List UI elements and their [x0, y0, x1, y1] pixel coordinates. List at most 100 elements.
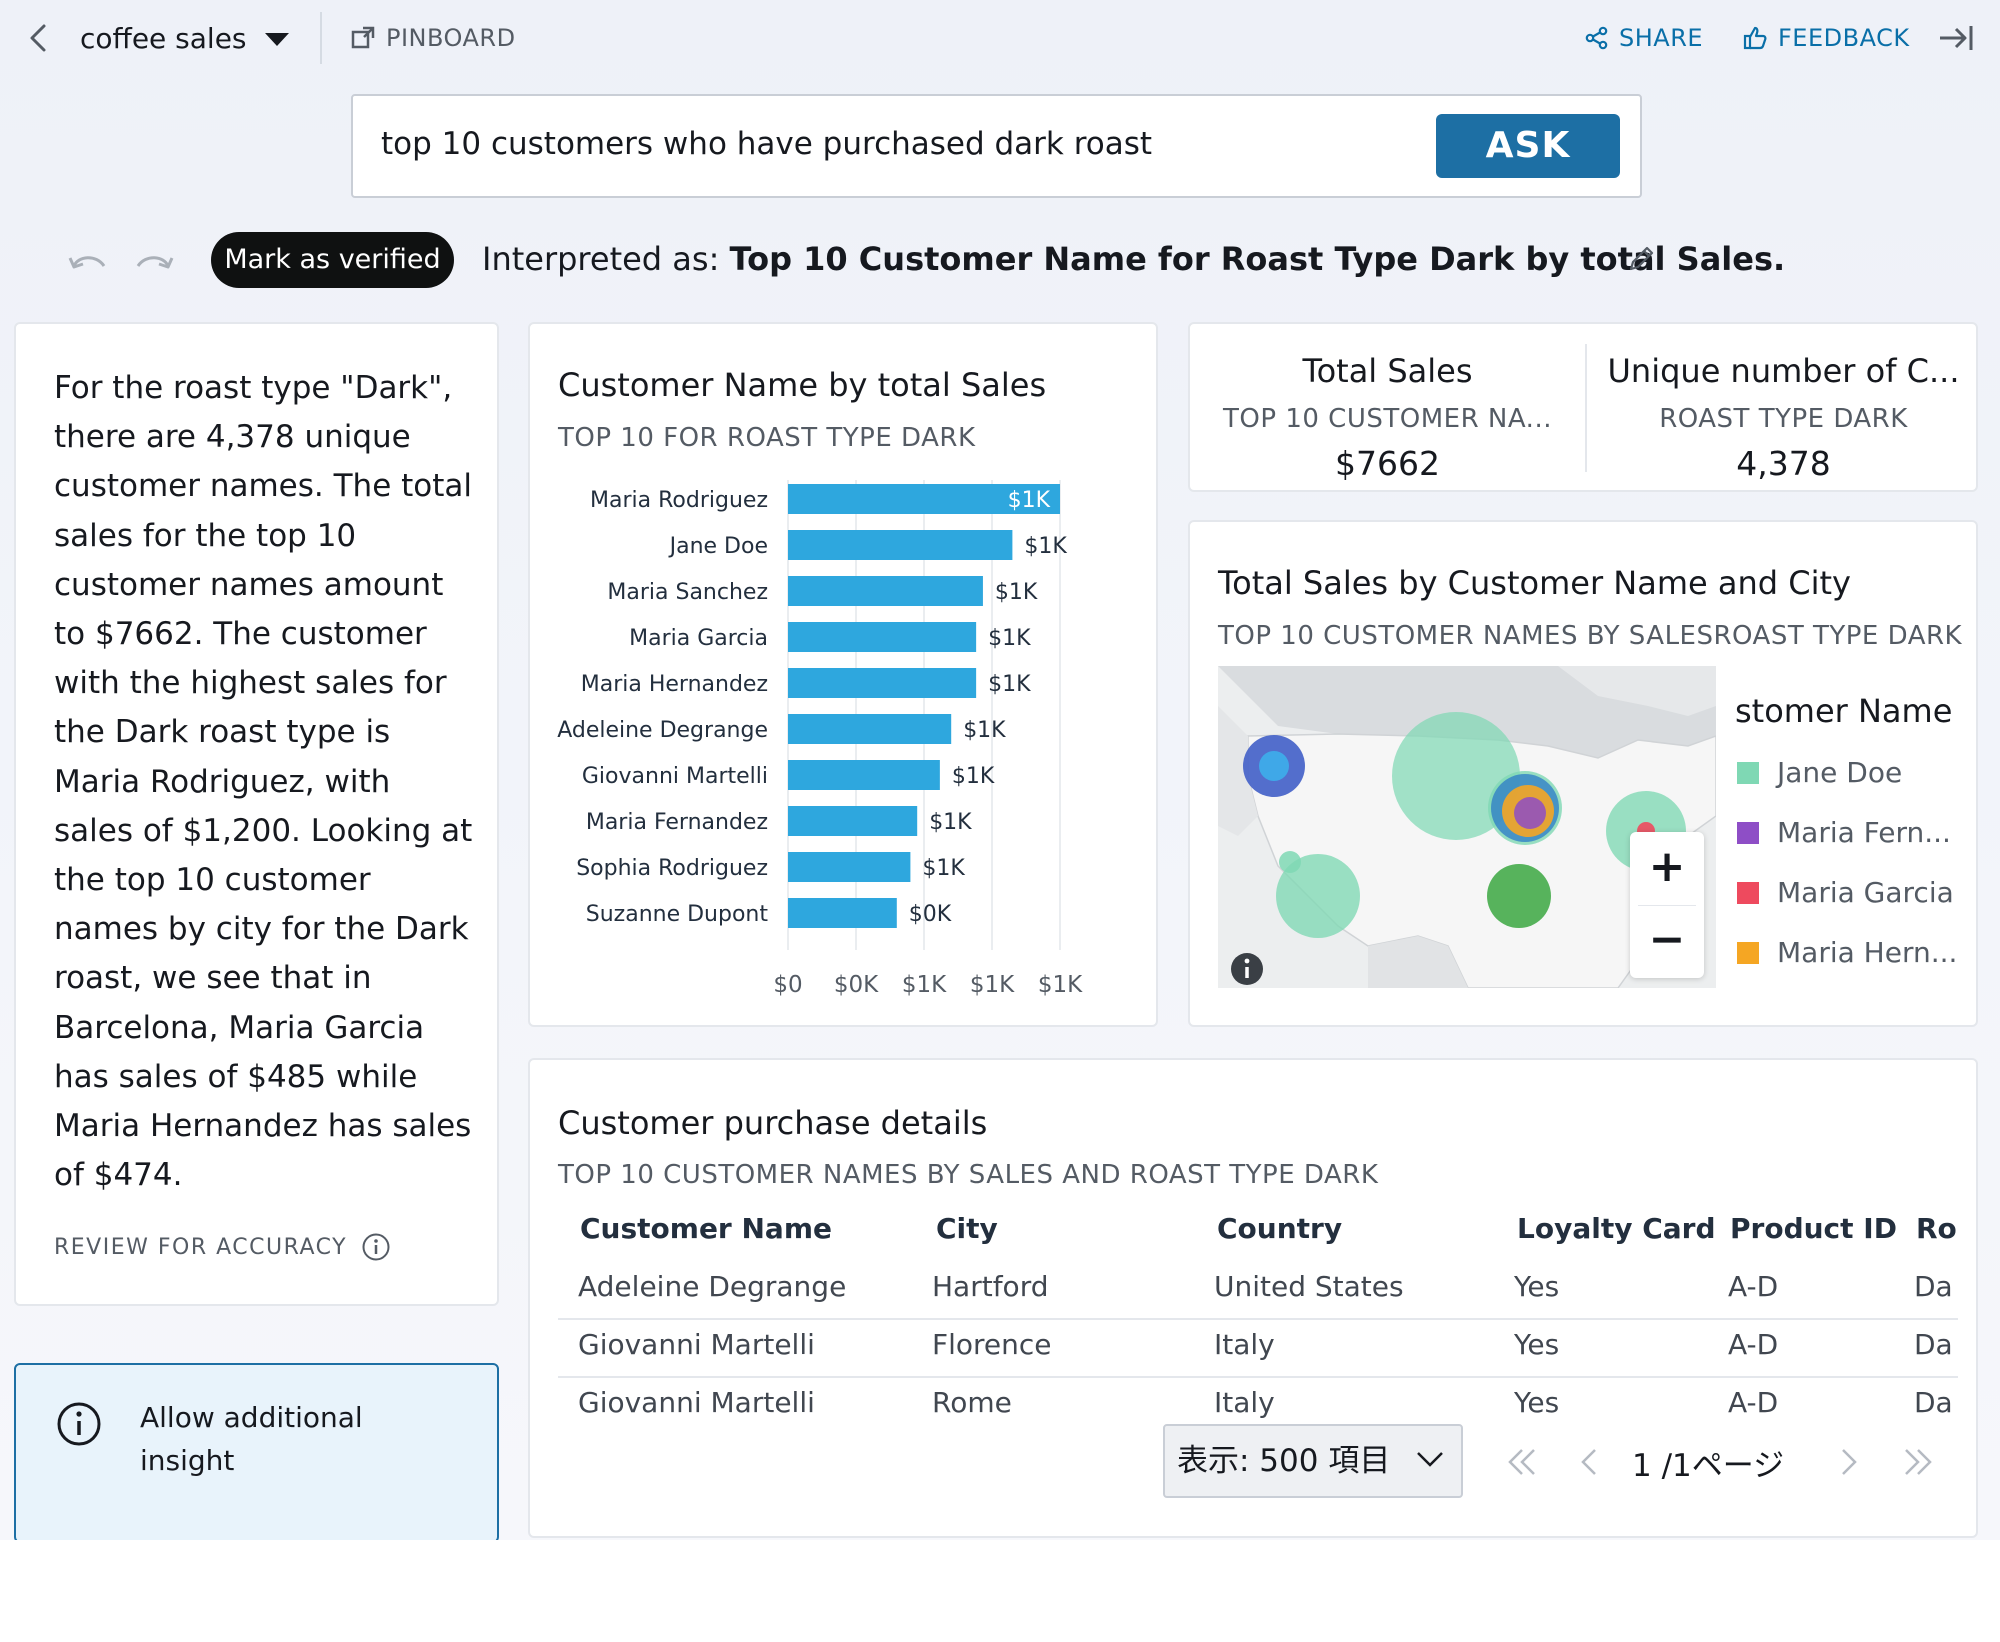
chevron-down-icon — [1417, 1452, 1443, 1467]
pinboard-button[interactable]: PINBOARD — [350, 20, 516, 56]
undo-icon[interactable] — [66, 248, 110, 278]
share-icon — [1585, 26, 1608, 50]
legend-swatch — [1737, 761, 1759, 784]
category-label: Maria Rodriguez — [590, 488, 768, 513]
table-cell: Da — [1914, 1386, 1953, 1419]
data-label: $1K — [988, 626, 1031, 651]
data-label: $1K — [1024, 534, 1067, 559]
category-label: Sophia Rodriguez — [576, 856, 768, 881]
category-label: Suzanne Dupont — [586, 902, 769, 927]
table-cell: Yes — [1514, 1386, 1560, 1419]
x-tick-label: $1K — [902, 972, 947, 998]
legend-label: Maria Garcia — [1777, 876, 1954, 909]
page-size-select[interactable]: 表示: 500 項目 — [1163, 1424, 1463, 1498]
column-header[interactable]: Ro — [1916, 1212, 1957, 1245]
caret-down-icon — [264, 32, 289, 46]
first-page-icon[interactable] — [1506, 1446, 1540, 1478]
x-tick-label: $1K — [1038, 972, 1083, 998]
table-subtitle: TOP 10 CUSTOMER NAMES BY SALES AND ROAST… — [558, 1160, 1379, 1190]
column-header[interactable]: Loyalty Card — [1517, 1212, 1716, 1245]
bar — [788, 576, 983, 606]
search-input[interactable]: top 10 customers who have purchased dark… — [351, 94, 1642, 198]
zoom-out-button[interactable]: − — [1630, 905, 1704, 978]
page-size-label: 表示: 500 項目 — [1177, 1443, 1391, 1479]
map-zoom-control: + − — [1630, 832, 1704, 978]
legend-item[interactable]: Maria Garcia — [1737, 876, 1954, 909]
share-button[interactable]: SHARE — [1585, 20, 1703, 56]
mark-as-verified-button[interactable]: Mark as verified — [211, 232, 454, 288]
back-arrow-icon[interactable] — [24, 20, 54, 56]
table-cell: Yes — [1514, 1328, 1560, 1361]
search-query[interactable]: top 10 customers who have purchased dark… — [381, 126, 1152, 162]
legend-item[interactable]: Maria Hern... — [1737, 936, 1957, 969]
legend-label: Maria Hern... — [1777, 936, 1958, 969]
column-header[interactable]: Product ID — [1730, 1212, 1897, 1245]
table-cell: Da — [1914, 1328, 1953, 1361]
table-cell: Da — [1914, 1270, 1953, 1303]
narrative-card: For the roast type "Dark", there are 4,3… — [14, 322, 499, 1306]
narrative-text: For the roast type "Dark", there are 4,3… — [54, 370, 473, 1194]
interpretation-prefix: Interpreted as: — [482, 240, 730, 278]
table-cell: Adeleine Degrange — [578, 1270, 847, 1303]
collapse-panel-icon[interactable] — [1936, 20, 1976, 56]
feedback-button[interactable]: FEEDBACK — [1742, 20, 1910, 56]
category-label: Jane Doe — [668, 534, 768, 559]
info-icon — [362, 1233, 390, 1261]
last-page-icon[interactable] — [1900, 1446, 1934, 1478]
divider — [320, 12, 322, 64]
row-divider — [558, 1318, 1958, 1320]
dataset-name: coffee sales — [80, 21, 247, 55]
redo-icon[interactable] — [132, 248, 176, 278]
column-header[interactable]: Country — [1217, 1212, 1342, 1245]
table-cell: A-D — [1728, 1328, 1779, 1361]
table-cell: Giovanni Martelli — [578, 1328, 815, 1361]
row-divider — [558, 1376, 1958, 1378]
bar-chart-title: Customer Name by total Sales — [558, 366, 1047, 404]
thumbs-up-icon — [1743, 26, 1767, 50]
x-tick-label: $1K — [970, 972, 1015, 998]
info-icon — [57, 1402, 101, 1446]
bar — [788, 806, 918, 836]
column-header[interactable]: City — [936, 1212, 998, 1245]
legend-title: stomer Name — [1735, 692, 1953, 730]
bar — [788, 622, 977, 652]
data-label: $1K — [929, 810, 972, 835]
table-cell: Hartford — [932, 1270, 1049, 1303]
table-cell: A-D — [1728, 1270, 1779, 1303]
legend-label: Jane Doe — [1777, 756, 1903, 789]
share-label: SHARE — [1619, 24, 1704, 52]
page-indicator: 1 /1ページ — [1632, 1448, 1785, 1484]
bar-chart: $0 $0K $1K $1K $1K Maria Rodriguez $1K Jane Doe… — [557, 480, 1083, 998]
table-cell: Yes — [1514, 1270, 1560, 1303]
kpi-unique-customers: Unique number of C... ROAST TYPE DARK 4,… — [1587, 352, 1980, 483]
table-cell: Giovanni Martelli — [578, 1386, 815, 1419]
map-title: Total Sales by Customer Name and City — [1218, 564, 1851, 602]
dataset-selector[interactable]: coffee sales — [80, 18, 289, 58]
x-tick-label: $0K — [834, 972, 879, 998]
review-label: REVIEW FOR ACCURACY — [54, 1234, 348, 1260]
edit-pencil-icon[interactable] — [1626, 244, 1656, 274]
ask-button[interactable]: ASK — [1436, 114, 1620, 178]
x-tick-label: $0 — [773, 972, 802, 998]
category-label: Giovanni Martelli — [582, 764, 768, 789]
previous-page-icon[interactable] — [1578, 1446, 1600, 1478]
zoom-in-button[interactable]: + — [1630, 832, 1704, 905]
pin-icon — [351, 26, 375, 49]
next-page-icon[interactable] — [1838, 1446, 1860, 1478]
category-label: Maria Fernandez — [586, 810, 768, 835]
data-label: $1K — [922, 856, 965, 881]
column-header[interactable]: Customer Name — [580, 1212, 832, 1245]
bar — [788, 668, 977, 698]
kpi-value: $7662 — [1335, 444, 1440, 483]
kpi-subtitle: TOP 10 CUSTOMER NA... — [1223, 404, 1552, 434]
review-for-accuracy[interactable]: REVIEW FOR ACCURACY — [54, 1232, 391, 1262]
legend-swatch — [1737, 941, 1759, 964]
table-cell: A-D — [1728, 1386, 1779, 1419]
data-label: $1K — [1008, 488, 1051, 513]
info-icon[interactable] — [1230, 952, 1264, 986]
table-cell: Italy — [1214, 1386, 1275, 1419]
kpi-value: 4,378 — [1736, 444, 1831, 483]
legend-item[interactable]: Jane Doe — [1737, 756, 1902, 789]
data-label: $1K — [995, 580, 1038, 605]
legend-item[interactable]: Maria Fern... — [1737, 816, 1951, 849]
